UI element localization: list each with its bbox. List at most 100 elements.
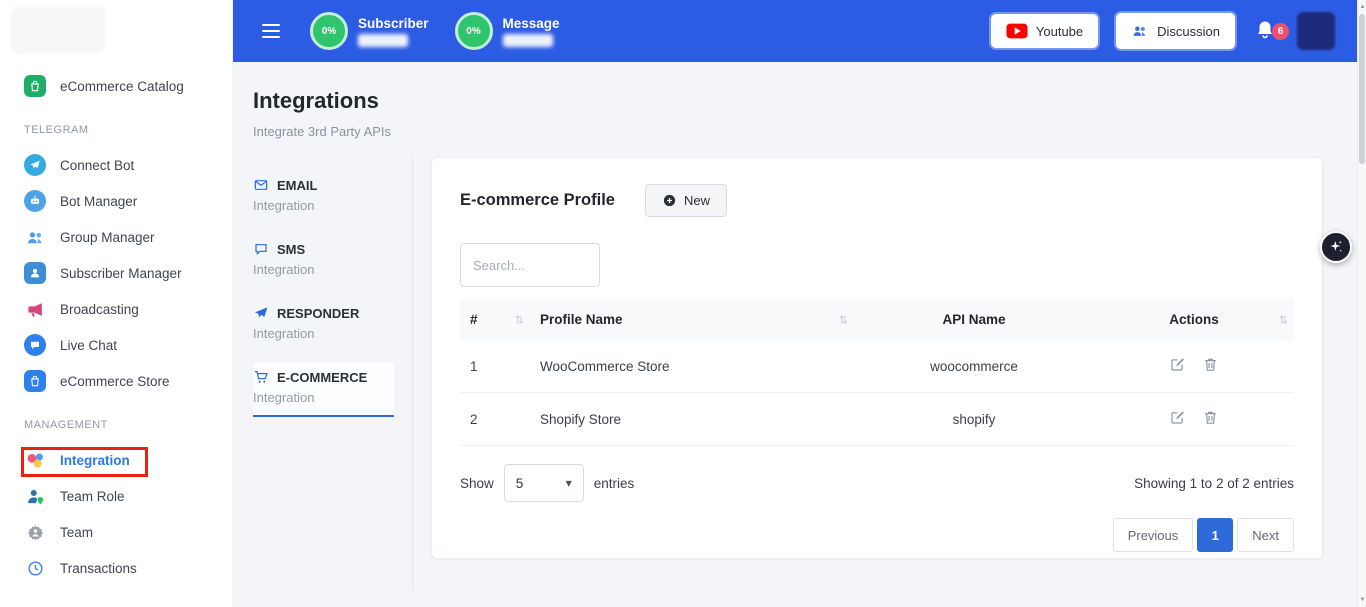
api-name-cell: woocommerce [854,340,1094,393]
showing-entries-text: Showing 1 to 2 of 2 entries [1134,476,1294,491]
plus-circle-icon [662,193,677,208]
sidebar-item-label: Subscriber Manager [60,266,182,281]
column-header-actions[interactable]: Actions ⇅ [1094,299,1294,340]
store-bag-icon [24,370,46,392]
sidebar-item-live-chat[interactable]: Live Chat [0,327,232,363]
menu-toggle-button[interactable] [258,20,284,42]
page-subtitle: Integrate 3rd Party APIs [253,124,1357,139]
subscriber-person-icon [24,262,46,284]
sidebar-item-label: Connect Bot [60,158,134,173]
subnav-subtitle: Integration [253,326,394,341]
sidebar-item-subscriber-manager[interactable]: Subscriber Manager [0,255,232,291]
youtube-button-label: Youtube [1036,24,1083,39]
page-size-value: 5 [516,476,524,491]
main-content: Integrations Integrate 3rd Party APIs EM… [233,62,1357,607]
table-search-input[interactable] [460,243,600,287]
sidebar-item-label: Live Chat [60,338,117,353]
sidebar-item-label: Integration [60,453,130,468]
sidebar-section-management: MANAGEMENT [0,399,232,442]
sidebar-item-ecommerce-catalog[interactable]: eCommerce Catalog [0,68,232,104]
sidebar-item-label: eCommerce Store [60,374,170,389]
message-progress-ring: 0% [455,12,493,50]
app-logo [10,6,106,54]
sidebar-item-label: eCommerce Catalog [60,79,184,94]
column-header-label: API Name [942,312,1005,327]
sort-icon: ⇅ [839,313,848,326]
sidebar-item-label: Team Role [60,489,125,504]
ecommerce-profile-card: E-commerce Profile New # ⇅ [431,157,1323,559]
message-stat: 0% Message [455,12,560,50]
column-header-profile-name[interactable]: Profile Name ⇅ [530,299,854,340]
delete-button[interactable] [1196,407,1225,431]
pagination-next-button[interactable]: Next [1237,518,1294,552]
sidebar-item-bot-manager[interactable]: Bot Manager [0,183,232,219]
subnav-email-integration[interactable]: EMAIL Integration [253,171,394,223]
card-title: E-commerce Profile [460,191,615,210]
clock-icon [24,557,46,579]
page-size-select[interactable]: 5 ▾ [504,464,584,502]
subnav-sms-integration[interactable]: SMS Integration [253,235,394,287]
sidebar-item-broadcasting[interactable]: Broadcasting [0,291,232,327]
sidebar-item-label: Team [60,525,93,540]
edit-button[interactable] [1163,354,1192,378]
subnav-title: E-COMMERCE [277,370,367,385]
subnav-subtitle: Integration [253,390,394,405]
new-profile-button[interactable]: New [645,184,727,217]
topbar: 0% Subscriber 0% Message Youtube Discuss… [233,0,1357,62]
table-row: 1 WooCommerce Store woocommerce [460,340,1294,393]
subscriber-percent: 0% [322,26,336,37]
discussion-users-icon [1131,22,1149,40]
page-title: Integrations [253,88,1357,114]
sparkle-icon [1328,239,1344,255]
scroll-down-arrow[interactable]: ▼ [1358,594,1366,606]
sidebar-item-ecommerce-store[interactable]: eCommerce Store [0,363,232,399]
sidebar-item-group-manager[interactable]: Group Manager [0,219,232,255]
entries-label: entries [594,476,635,491]
sidebar-item-integration[interactable]: Integration [0,442,232,478]
sidebar-item-label: Broadcasting [60,302,139,317]
sidebar-item-team[interactable]: Team [0,514,232,550]
edit-button[interactable] [1163,407,1192,431]
notifications-button[interactable]: 6 [1253,18,1279,44]
pagination-page-1-button[interactable]: 1 [1197,518,1233,552]
pagination: Previous 1 Next [460,518,1294,552]
subnav-title: SMS [277,242,305,257]
table-row: 2 Shopify Store shopify [460,393,1294,446]
subnav-title: EMAIL [277,178,317,193]
notification-badge: 6 [1272,23,1289,40]
subscriber-progress-ring: 0% [310,12,348,50]
youtube-button[interactable]: Youtube [991,14,1098,48]
group-users-icon [24,226,46,248]
sidebar-item-connect-bot[interactable]: Connect Bot [0,147,232,183]
profile-name-cell: Shopify Store [530,393,854,446]
sidebar-item-label: Group Manager [60,230,155,245]
discussion-button[interactable]: Discussion [1116,13,1235,49]
trash-icon [1202,356,1219,373]
app-root: eCommerce Catalog TELEGRAM Connect Bot B… [0,0,1366,607]
sidebar: eCommerce Catalog TELEGRAM Connect Bot B… [0,0,233,607]
pagination-previous-button[interactable]: Previous [1113,518,1194,552]
scrollbar-thumb[interactable] [1359,14,1365,164]
subscriber-count-redacted [358,34,408,47]
responder-plane-icon [253,305,269,321]
gear-person-icon [24,521,46,543]
email-icon [253,177,269,193]
delete-button[interactable] [1196,354,1225,378]
subnav-ecommerce-integration[interactable]: E-COMMERCE Integration [253,363,394,417]
user-avatar[interactable] [1297,12,1335,50]
subscriber-stat: 0% Subscriber [310,12,429,50]
message-percent: 0% [466,26,480,37]
trash-icon [1202,409,1219,426]
subnav-subtitle: Integration [253,198,394,213]
row-number: 1 [460,340,530,393]
sidebar-item-transactions[interactable]: Transactions [0,550,232,586]
subnav-responder-integration[interactable]: RESPONDER Integration [253,299,394,351]
column-header-api-name[interactable]: API Name [854,299,1094,340]
shopping-bag-icon [24,75,46,97]
scroll-up-arrow[interactable]: ▲ [1358,1,1366,13]
scrollbar[interactable]: ▲ ▼ [1357,0,1366,607]
ai-assistant-button[interactable] [1320,231,1352,263]
sidebar-item-team-role[interactable]: Team Role [0,478,232,514]
sidebar-section-telegram: TELEGRAM [0,104,232,147]
column-header-num[interactable]: # ⇅ [460,299,530,340]
